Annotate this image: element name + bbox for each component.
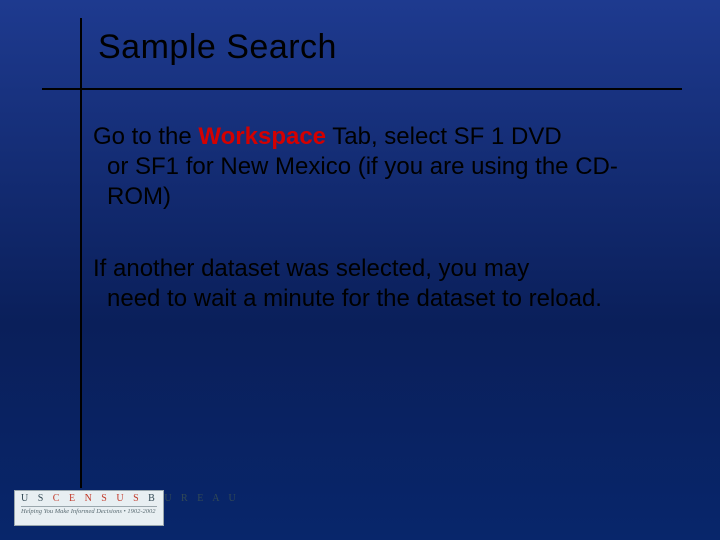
logo-pre: U S <box>21 493 53 504</box>
logo-post: B U R E A U <box>142 493 239 504</box>
logo-divider <box>21 506 157 507</box>
p2-line1: If another dataset was selected, you may <box>93 255 529 282</box>
logo-top-line: U S C E N S U S B U R E A U <box>21 494 157 504</box>
census-bureau-logo: U S C E N S U S B U R E A U Helping You … <box>14 490 164 526</box>
logo-tagline: Helping You Make Informed Decisions • 19… <box>21 509 157 516</box>
p1-lead: Go to the <box>93 123 198 150</box>
p1-rest: or SF1 for New Mexico (if you are using … <box>93 152 653 212</box>
p1-tail-1: Tab, select SF 1 DVD <box>326 123 562 150</box>
logo-red: C E N S U S <box>53 493 142 504</box>
slide-title: Sample Search <box>98 28 337 67</box>
slide: Sample Search Go to the Workspace Tab, s… <box>0 0 720 540</box>
horizontal-rule <box>42 88 682 90</box>
workspace-highlight: Workspace <box>198 123 326 150</box>
paragraph-2: If another dataset was selected, you may… <box>93 254 653 314</box>
slide-body: Go to the Workspace Tab, select SF 1 DVD… <box>93 122 653 356</box>
p2-rest: need to wait a minute for the dataset to… <box>93 284 653 314</box>
paragraph-1: Go to the Workspace Tab, select SF 1 DVD… <box>93 122 653 212</box>
